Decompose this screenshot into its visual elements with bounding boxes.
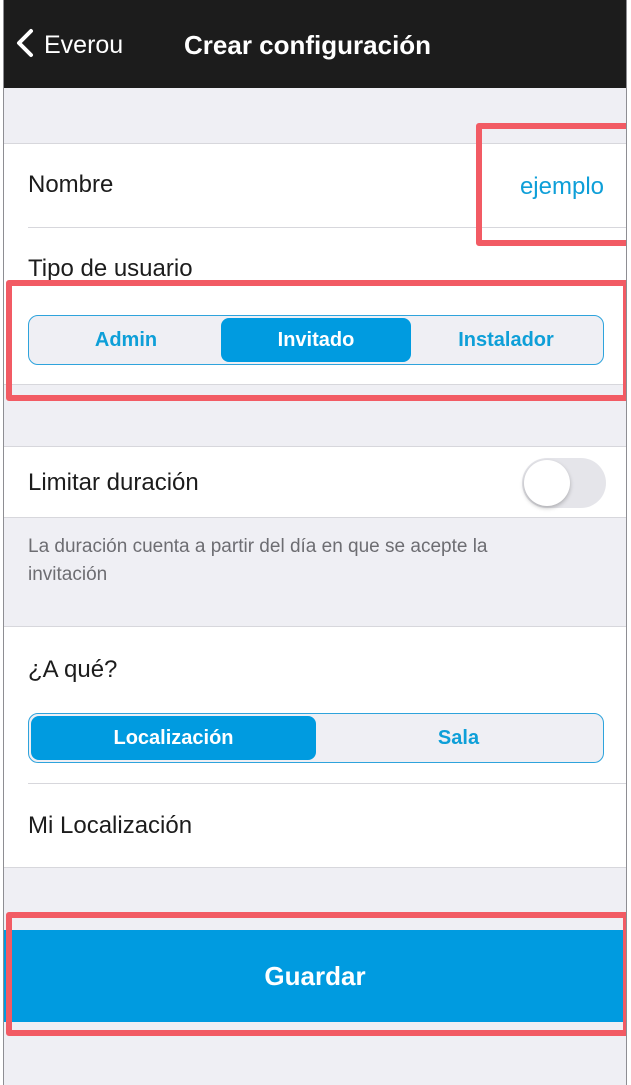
segment-admin[interactable]: Admin (31, 318, 221, 362)
divider (28, 227, 626, 228)
user-type-segmented-control: Admin Invitado Instalador (28, 315, 604, 365)
user-section: Nombre ejemplo Tipo de usuario Admin Inv… (4, 143, 626, 385)
divider (4, 143, 626, 144)
divider (4, 626, 626, 627)
duration-section: Limitar duración (4, 446, 626, 518)
target-label: ¿A qué? (28, 656, 118, 683)
name-label: Nombre (28, 171, 114, 198)
save-button[interactable]: Guardar (4, 930, 626, 1022)
target-segmented-control: Localización Sala (28, 713, 604, 763)
target-section: ¿A qué? Localización Sala Mi Localizació… (4, 626, 626, 868)
name-field[interactable]: ejemplo (520, 173, 604, 201)
chevron-left-icon (14, 28, 36, 63)
divider (28, 783, 626, 784)
limit-duration-toggle[interactable] (522, 458, 606, 508)
divider (4, 446, 626, 447)
toggle-knob (524, 460, 570, 506)
user-type-label: Tipo de usuario (28, 255, 193, 282)
navigation-bar: Everou Crear configuración (4, 0, 626, 88)
app-screen: Everou Crear configuración Nombre ejempl… (3, 0, 627, 1085)
segment-localizacion[interactable]: Localización (31, 716, 316, 760)
duration-footnote: La duración cuenta a partir del día en q… (28, 536, 488, 585)
limit-duration-label: Limitar duración (28, 469, 199, 496)
divider (4, 517, 626, 518)
divider (4, 867, 626, 868)
segment-instalador[interactable]: Instalador (411, 318, 601, 362)
segment-sala[interactable]: Sala (316, 716, 601, 760)
divider (4, 384, 626, 385)
back-label: Everou (44, 30, 124, 59)
back-button[interactable]: Everou (14, 25, 123, 65)
location-item[interactable]: Mi Localización (28, 812, 192, 840)
segment-invitado[interactable]: Invitado (221, 318, 411, 362)
page-title: Crear configuración (184, 30, 432, 60)
